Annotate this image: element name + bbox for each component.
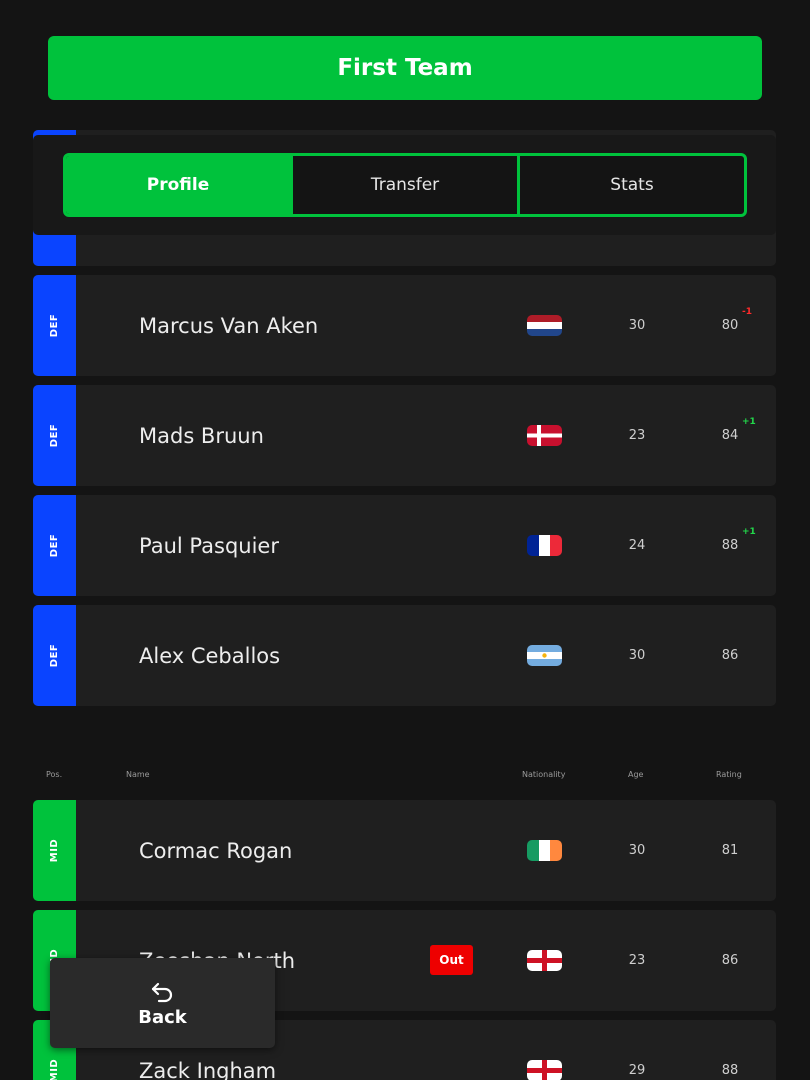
player-row-paul-pasquier[interactable]: DEF Paul Pasquier 24 88 +1 [33,495,776,596]
player-age: 29 [628,1063,646,1078]
france-flag-icon [527,535,562,556]
england-flag-icon [527,1060,562,1080]
position-strip: MID [33,800,76,901]
player-age: 30 [628,318,646,333]
player-row-cormac-rogan[interactable]: MID Cormac Rogan 30 81 [33,800,776,901]
england-flag-icon [527,950,562,971]
column-header-rating: Rating [716,770,742,779]
back-button[interactable]: Back [50,958,275,1048]
player-rating: 86 [721,953,739,968]
rating-change: -1 [742,307,752,317]
column-header-age: Age [628,770,644,779]
player-age: 30 [628,648,646,663]
player-rating: 88 [721,1063,739,1078]
player-name: Alex Ceballos [139,643,281,668]
player-row-alex-ceballos[interactable]: DEF Alex Ceballos 30 86 [33,605,776,706]
player-row-marcus-van-aken[interactable]: DEF Marcus Van Aken 30 80 -1 [33,275,776,376]
denmark-flag-icon [527,425,562,446]
ireland-flag-icon [527,840,562,861]
rating-change: +1 [742,527,756,537]
netherlands-flag-icon [527,315,562,336]
player-rating: 81 [721,843,739,858]
player-rating: 84 [721,428,739,443]
back-button-label: Back [138,1006,187,1028]
tab-stats[interactable]: Stats [517,156,744,214]
player-name: Marcus Van Aken [139,313,319,338]
rating-change: +1 [742,417,756,427]
player-rating: 86 [721,648,739,663]
argentina-flag-icon [527,645,562,666]
column-header-nationality: Nationality [522,770,566,779]
position-strip: DEF [33,495,76,596]
position-strip: DEF [33,385,76,486]
position-strip: DEF [33,605,76,706]
player-age: 23 [628,428,646,443]
player-row-mads-bruun[interactable]: DEF Mads Bruun 23 84 +1 [33,385,776,486]
player-age: 23 [628,953,646,968]
player-rating: 88 [721,538,739,553]
player-rating: 80 [721,318,739,333]
header-title: First Team [337,55,473,81]
column-header-name: Name [126,770,150,779]
squad-page: First Team DEF Marcus Van Aken 30 80 -1 … [0,0,810,1080]
undo-arrow-icon [151,982,172,1002]
position-strip: DEF [33,275,76,376]
column-header-pos: Pos. [46,770,63,779]
player-age: 30 [628,843,646,858]
view-tabs: Profile Transfer Stats [63,153,747,217]
tab-transfer[interactable]: Transfer [290,156,517,214]
first-team-header-button[interactable]: First Team [48,36,762,100]
tab-profile[interactable]: Profile [66,156,290,214]
player-name: Mads Bruun [139,423,264,448]
out-status-badge: Out [430,945,473,975]
player-name: Paul Pasquier [139,533,279,558]
player-age: 24 [628,538,646,553]
player-name: Cormac Rogan [139,838,293,863]
